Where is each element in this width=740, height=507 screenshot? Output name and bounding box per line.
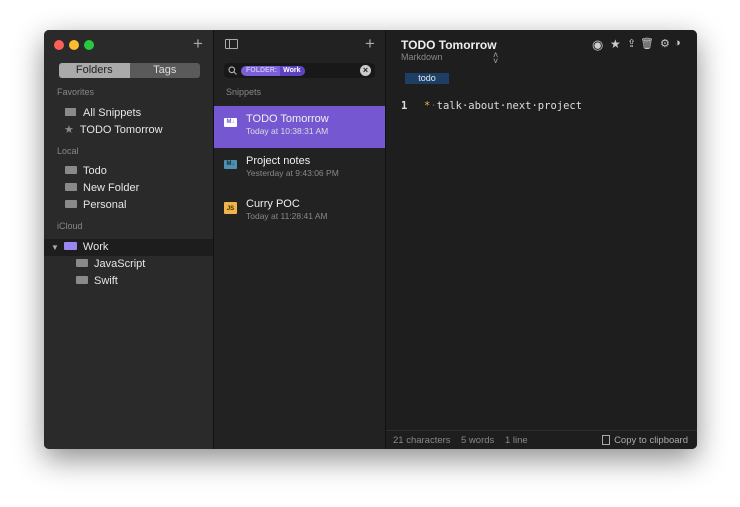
theme-contrast-icon[interactable]: ◑ (674, 37, 681, 49)
snippet-title: TODO Tomorrow (246, 113, 329, 125)
sidebar-item-todo[interactable]: Todo (44, 163, 213, 180)
filter-value: Work (280, 66, 306, 76)
line-count: 1 line (505, 435, 528, 446)
markdown-icon: M↓ (224, 160, 237, 169)
javascript-icon: JS (224, 202, 237, 214)
snippet-item[interactable]: JS Curry POC Today at 11:28:41 AM (214, 191, 385, 233)
snippet-item[interactable]: M↓ TODO Tomorrow Today at 10:38:31 AM (214, 106, 385, 148)
sidebar: + Folders Tags Favorites All Snippets ★ T… (44, 30, 214, 449)
folder-icon (76, 259, 88, 268)
copy-to-clipboard-button[interactable]: Copy to clipboard (602, 431, 688, 449)
markdown-icon: M↓ (224, 118, 237, 127)
add-folder-button[interactable]: + (193, 34, 203, 54)
snippet-title: Curry POC (246, 198, 300, 210)
copy-label: Copy to clipboard (614, 435, 688, 446)
search-icon (228, 66, 237, 75)
minimize-button[interactable] (69, 40, 79, 50)
snippet-item[interactable]: M↓ Project notes Yesterday at 9:43:06 PM (214, 148, 385, 190)
section-local: Local (57, 146, 79, 156)
sidebar-item-label: New Folder (83, 182, 140, 194)
close-button[interactable] (54, 40, 64, 50)
chevron-updown-icon[interactable]: ˄ ˅ (493, 51, 498, 66)
code-line: talk·about·next·project (436, 100, 583, 112)
tab-tags[interactable]: Tags (130, 63, 201, 78)
sidebar-segmented-control: Folders Tags (59, 63, 200, 78)
section-snippets: Snippets (226, 87, 262, 97)
char-count: 21 characters (393, 435, 451, 446)
sidebar-item-swift[interactable]: Swift (44, 273, 213, 290)
snippet-date: Today at 10:38:31 AM (246, 126, 329, 136)
add-snippet-button[interactable]: + (365, 34, 375, 54)
folder-icon (76, 276, 88, 285)
tray-icon (65, 108, 76, 117)
sidebar-item-label: Todo (83, 165, 107, 177)
folder-icon (65, 200, 77, 209)
clear-search-icon[interactable]: × (360, 65, 371, 76)
snippet-date: Yesterday at 9:43:06 PM (246, 168, 339, 178)
status-bar: 21 characters 5 words 1 line Copy to cli… (386, 430, 697, 449)
sidebar-item-label: Swift (94, 275, 118, 287)
folder-icon (65, 166, 77, 175)
sidebar-item-all-snippets[interactable]: All Snippets (44, 105, 213, 122)
folder-icon (65, 183, 77, 192)
trash-icon[interactable]: 🗑 (640, 37, 654, 50)
sidebar-item-label: Personal (83, 199, 127, 211)
sidebar-item-label: All Snippets (83, 107, 142, 119)
sidebar-item-work[interactable]: ▼ Work (44, 239, 213, 256)
sidebar-item-label: TODO Tomorrow (79, 124, 163, 136)
folder-icon (63, 242, 77, 251)
favorite-star-icon[interactable]: ★ (610, 37, 621, 51)
editor-pane: TODO Tomorrow Markdown ˄ ˅ ◉ ★ ⇪ 🗑 ⚙ ◑ to… (386, 30, 697, 449)
star-icon: ★ (64, 124, 74, 136)
search-input[interactable]: FOLDER: Work × (224, 63, 375, 78)
sidebar-toggle-icon[interactable] (225, 39, 238, 49)
line-number: 1 (401, 100, 408, 112)
sidebar-item-label: Work (82, 241, 109, 253)
language-select[interactable]: Markdown (401, 52, 443, 62)
settings-gear-icon[interactable]: ⚙ (660, 37, 670, 50)
sidebar-item-label: JavaScript (94, 258, 146, 270)
section-icloud: iCloud (57, 221, 83, 231)
tag-chip[interactable]: todo (405, 73, 449, 84)
snippet-title: Project notes (246, 155, 311, 167)
share-icon[interactable]: ⇪ (627, 37, 636, 50)
sidebar-item-todo-tomorrow[interactable]: ★ TODO Tomorrow (44, 122, 213, 139)
zoom-button[interactable] (84, 40, 94, 50)
filter-key: FOLDER: (246, 67, 278, 74)
sidebar-item-new-folder[interactable]: New Folder (44, 180, 213, 197)
snippet-date: Today at 11:28:41 AM (246, 211, 328, 221)
word-count: 5 words (461, 435, 495, 446)
section-favorites: Favorites (57, 87, 95, 97)
tab-folders[interactable]: Folders (59, 63, 130, 78)
snippet-list-pane: + FOLDER: Work × Snippets M↓ TODO Tomorro… (214, 30, 386, 449)
disclosure-triangle-icon[interactable]: ▼ (51, 243, 59, 252)
clipboard-icon (602, 435, 611, 446)
sidebar-item-javascript[interactable]: JavaScript (44, 256, 213, 273)
app-window: + Folders Tags Favorites All Snippets ★ T… (44, 30, 697, 449)
snippet-title-field[interactable]: TODO Tomorrow (401, 38, 497, 52)
sidebar-item-personal[interactable]: Personal (44, 197, 213, 214)
folder-filter-token[interactable]: FOLDER: Work (241, 66, 306, 76)
code-editor[interactable]: 1 *·talk·about·next·project (401, 100, 582, 112)
preview-eye-icon[interactable]: ◉ (592, 37, 603, 53)
